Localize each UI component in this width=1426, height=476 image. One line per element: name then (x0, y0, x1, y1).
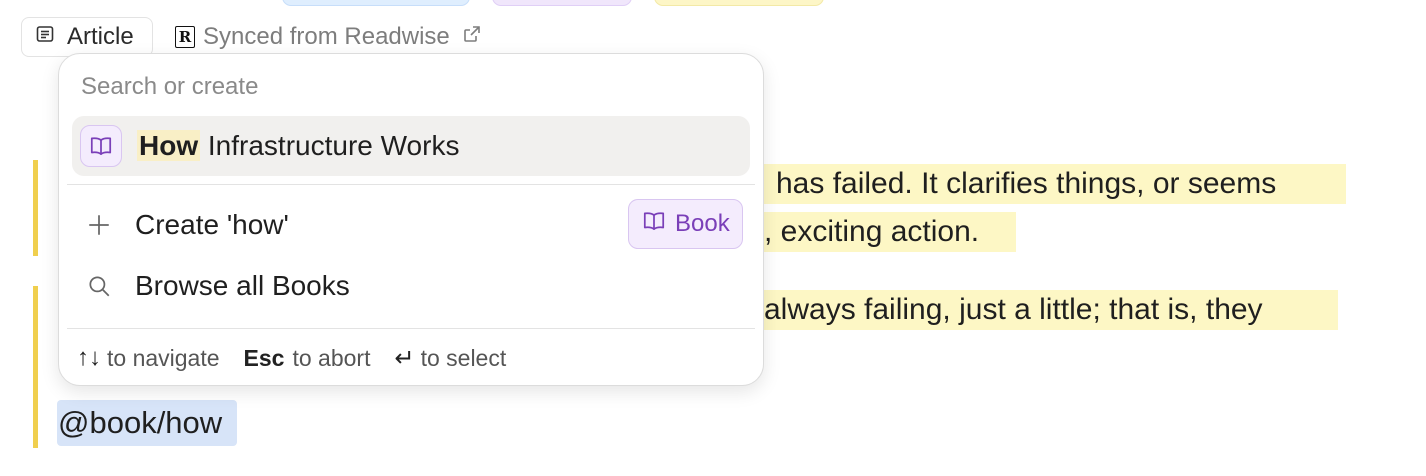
select-hint-text: to select (420, 344, 507, 371)
enter-key-icon: ↵ (394, 344, 415, 372)
divider (67, 184, 755, 185)
tag-pill-blue[interactable] (282, 0, 470, 6)
external-link-icon (458, 23, 482, 51)
create-type-book-button[interactable]: Book (628, 199, 743, 249)
book-icon (80, 125, 122, 167)
synced-from-readwise-link[interactable]: R Synced from Readwise (175, 22, 482, 52)
navigate-hint-text: to navigate (107, 344, 220, 371)
tag-pill-purple[interactable] (492, 0, 632, 6)
create-label: Create 'how' (135, 209, 289, 240)
mention-popover: How Infrastructure Works Create 'how' Bo… (58, 53, 764, 386)
book-icon (641, 208, 667, 241)
article-type-label: Article (67, 23, 134, 50)
abort-hint-text: to abort (292, 344, 371, 371)
result-match-text: How (137, 130, 201, 161)
highlight-text-line: , exciting action. (764, 212, 1016, 252)
esc-key: Esc (243, 344, 285, 371)
result-title: How Infrastructure Works (137, 129, 459, 163)
navigate-hint: ↑↓ to navigate (77, 344, 220, 372)
tag-pill-yellow[interactable] (654, 0, 824, 6)
create-type-label: Book (675, 210, 730, 237)
highlight-text-line: has failed. It clarifies things, or seem… (764, 164, 1346, 204)
result-item[interactable]: How Infrastructure Works (72, 116, 750, 176)
mention-text[interactable]: @book/how (57, 400, 237, 446)
synced-label: Synced from Readwise (203, 23, 450, 50)
highlight-text-line: always failing, just a little; that is, … (764, 290, 1338, 330)
plus-icon (85, 211, 113, 239)
abort-hint: Esc to abort (244, 345, 371, 372)
divider (67, 328, 755, 329)
browse-all-books-option[interactable]: Browse all Books (85, 266, 745, 306)
select-hint: ↵ to select (394, 344, 506, 373)
search-input[interactable] (79, 68, 723, 106)
article-icon (35, 23, 55, 51)
search-icon (85, 272, 113, 300)
quote-bar (33, 286, 38, 448)
result-rest-text: Infrastructure Works (200, 130, 460, 161)
arrow-up-down-icon: ↑↓ (77, 344, 101, 371)
keyboard-hints: ↑↓ to navigate Esc to abort ↵ to select (77, 341, 530, 375)
browse-label: Browse all Books (135, 270, 350, 301)
quote-bar (33, 160, 38, 256)
readwise-logo-icon: R (175, 26, 195, 48)
article-type-chip[interactable]: Article (21, 17, 153, 57)
